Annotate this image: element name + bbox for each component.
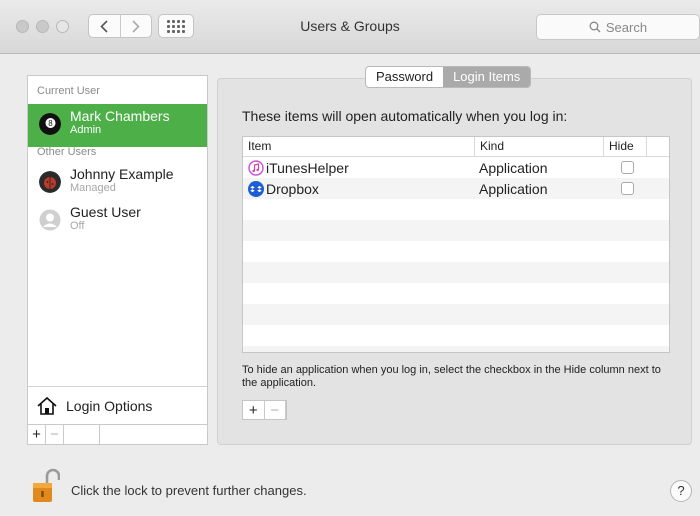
user-add-remove-bar: + − — [28, 424, 207, 444]
svg-text:8: 8 — [48, 119, 53, 128]
kind-cell: Application — [479, 180, 548, 197]
hide-cell — [603, 182, 647, 195]
login-options-label: Login Options — [66, 397, 153, 414]
login-items-intro: These items will open automatically when… — [242, 108, 568, 124]
table-row[interactable]: iTunesHelper Application — [243, 157, 669, 178]
minimize-window-button[interactable] — [36, 20, 49, 33]
forward-button[interactable] — [119, 15, 152, 37]
zoom-window-button[interactable] — [56, 20, 69, 33]
add-user-button[interactable]: + — [28, 425, 46, 444]
item-cell: iTunesHelper — [243, 160, 474, 176]
user-name: Guest User — [70, 204, 141, 220]
user-row-guest-user[interactable]: Guest User Off — [28, 200, 207, 243]
user-role: Admin — [70, 124, 102, 136]
search-icon — [589, 21, 601, 33]
item-cell: Dropbox — [243, 180, 474, 197]
item-name: iTunesHelper — [266, 159, 349, 176]
show-all-button[interactable] — [158, 14, 194, 38]
column-header-item[interactable]: Item — [243, 137, 474, 156]
search-input[interactable]: Search — [536, 14, 700, 40]
search-placeholder: Search — [605, 19, 648, 35]
help-button[interactable]: ? — [670, 480, 692, 502]
empty-row — [243, 304, 669, 325]
item-name: Dropbox — [266, 180, 319, 197]
user-name: Johnny Example — [70, 166, 174, 182]
empty-row — [243, 346, 669, 352]
user-name: Mark Chambers — [70, 108, 170, 124]
close-window-button[interactable] — [16, 20, 29, 33]
column-header-kind[interactable]: Kind — [474, 137, 603, 156]
hide-hint-text: To hide an application when you log in, … — [242, 364, 661, 389]
user-row-johnny-example[interactable]: Johnny Example Managed — [28, 162, 207, 205]
kind-cell: Application — [479, 159, 548, 176]
empty-row — [243, 283, 669, 304]
show-all-grid-icon — [167, 19, 185, 33]
users-sidebar: Current User 8 Mark Chambers Admin Other… — [27, 75, 208, 445]
column-header-hide[interactable]: Hide — [603, 137, 647, 156]
tab-bar: Password Login Items — [365, 66, 532, 88]
empty-row — [243, 325, 669, 346]
user-role: Managed — [70, 182, 116, 194]
hide-checkbox[interactable] — [621, 161, 634, 174]
unlocked-padlock-icon[interactable] — [30, 468, 60, 504]
house-icon — [37, 396, 57, 415]
empty-row — [243, 241, 669, 262]
tab-password[interactable]: Password — [366, 67, 443, 87]
remove-login-item-button[interactable]: − — [265, 401, 286, 419]
lock-status-text: Click the lock to prevent further change… — [71, 483, 307, 498]
other-users-header: Other Users — [37, 146, 97, 158]
current-user-header: Current User — [37, 85, 100, 97]
eight-ball-avatar-icon: 8 — [39, 113, 61, 135]
table-body: iTunesHelper Application Dropbox Applica… — [243, 157, 669, 352]
table-header: Item Kind Hide — [243, 137, 669, 157]
back-forward-group — [88, 14, 152, 38]
add-login-item-button[interactable]: + — [243, 401, 265, 419]
chevron-right-icon — [132, 19, 140, 33]
login-item-add-remove-bar: + − — [242, 400, 287, 420]
generic-person-avatar-icon — [39, 209, 61, 231]
hide-cell — [603, 161, 647, 174]
bar-spacer — [64, 425, 100, 444]
tab-login-items[interactable]: Login Items — [443, 67, 531, 87]
empty-row — [243, 220, 669, 241]
user-role: Off — [70, 220, 85, 232]
empty-row — [243, 262, 669, 283]
dropbox-icon — [248, 180, 264, 197]
back-button[interactable] — [89, 15, 120, 37]
login-items-table: Item Kind Hide iTunesHelper Application … — [242, 136, 670, 353]
login-options-item[interactable]: Login Options — [28, 386, 207, 424]
remove-user-button[interactable]: − — [46, 425, 64, 444]
itunes-icon — [248, 159, 264, 176]
title-bar: Users & Groups Search — [0, 0, 700, 54]
chevron-left-icon — [100, 19, 108, 33]
ladybug-avatar-icon — [39, 171, 61, 193]
users-groups-window: Users & Groups Search Current User 8 Mar… — [0, 0, 700, 516]
user-row-mark-chambers[interactable]: 8 Mark Chambers Admin — [28, 104, 207, 147]
hide-checkbox[interactable] — [621, 182, 634, 195]
empty-row — [243, 199, 669, 220]
table-row[interactable]: Dropbox Application — [243, 178, 669, 199]
